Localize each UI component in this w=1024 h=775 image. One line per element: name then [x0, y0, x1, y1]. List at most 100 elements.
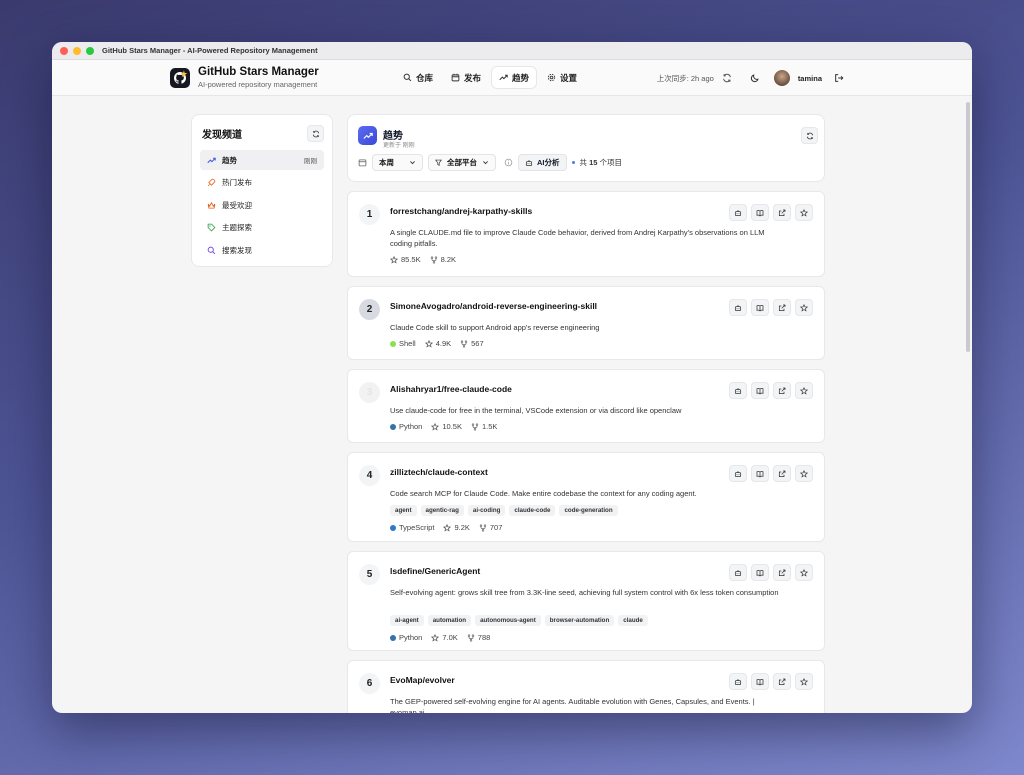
readme-button[interactable] — [751, 673, 769, 690]
star-button[interactable] — [795, 673, 813, 690]
ai-analysis-label: AI分析 — [537, 158, 560, 167]
repo-card[interactable]: 1 forrestchang/andrej-karpathy-skills A si… — [347, 191, 825, 277]
language-dot — [390, 524, 396, 531]
refresh-icon — [312, 130, 319, 137]
ai-summary-button[interactable] — [729, 204, 747, 221]
close-window-button[interactable] — [60, 46, 68, 55]
minimize-window-button[interactable] — [73, 46, 81, 55]
ai-summary-button[interactable] — [729, 465, 747, 482]
trending-icon — [499, 74, 508, 81]
repo-name-link[interactable]: forrestchang/andrej-karpathy-skills — [390, 206, 532, 216]
sidebar-item-topics[interactable]: 主题探索 — [200, 218, 324, 238]
forks-count: 707 — [489, 523, 503, 532]
repo-card[interactable]: 2 SimoneAvogadro/android-reverse-engineer… — [347, 286, 825, 360]
robot-icon — [734, 387, 742, 394]
sidebar-item-hot-releases[interactable]: 热门发布 — [200, 173, 324, 193]
robot-icon — [734, 209, 742, 216]
gear-icon — [547, 73, 556, 82]
refresh-button[interactable] — [801, 127, 818, 144]
repo-card[interactable]: 4 zilliztech/claude-context Code search MC… — [347, 452, 825, 542]
zoom-window-button[interactable] — [86, 46, 94, 55]
nav-tab-releases[interactable]: 发布 — [444, 67, 488, 88]
open-link-button[interactable] — [773, 465, 791, 482]
book-icon — [756, 470, 764, 477]
repo-name-link[interactable]: lsdefine/GenericAgent — [390, 566, 480, 576]
repo-tags: agent agentic-rag ai-coding claude-code code… — [390, 505, 618, 516]
ai-summary-button[interactable] — [729, 564, 747, 581]
ai-summary-button[interactable] — [729, 673, 747, 690]
repo-name-link[interactable]: EvoMap/evolver — [390, 675, 455, 685]
fork-icon — [430, 255, 437, 264]
topic-tag[interactable]: claude — [618, 615, 648, 626]
repo-forks: 707 — [479, 523, 503, 532]
robot-icon — [525, 159, 533, 166]
star-button[interactable] — [795, 382, 813, 399]
moon-icon[interactable] — [750, 73, 760, 83]
open-link-button[interactable] — [773, 382, 791, 399]
ai-summary-button[interactable] — [729, 299, 747, 316]
repo-name-link[interactable]: Alishahryar1/free-claude-code — [390, 384, 512, 394]
star-button[interactable] — [795, 204, 813, 221]
forks-count: 788 — [477, 633, 491, 642]
filter-row: 本周 全部平台 AI分析 共 15 个项目 — [358, 154, 622, 171]
sidebar-refresh-button[interactable] — [307, 125, 324, 142]
count-prefix: 共 — [579, 158, 588, 167]
nav-tab-label: 发布 — [464, 72, 482, 83]
star-button[interactable] — [795, 299, 813, 316]
count-suffix: 个项目 — [599, 158, 623, 167]
open-link-button[interactable] — [773, 204, 791, 221]
avatar[interactable] — [773, 70, 790, 86]
repo-description: The GEP-powered self-evolving engine for… — [390, 697, 755, 713]
nav-tab-settings[interactable]: 设置 — [540, 67, 584, 88]
robot-icon — [734, 678, 742, 685]
sidebar-item-trending[interactable]: 趋势 刚刚 — [200, 150, 324, 170]
readme-button[interactable] — [751, 204, 769, 221]
topic-tag[interactable]: agent — [390, 505, 417, 516]
tag-icon — [207, 223, 216, 232]
fork-icon — [460, 339, 468, 348]
sidebar-item-most-popular[interactable]: 最受欢迎 — [200, 195, 324, 215]
topic-tag[interactable]: agentic-rag — [420, 505, 464, 516]
topic-tag[interactable]: code-generation — [559, 505, 618, 516]
repo-actions — [729, 465, 813, 482]
repo-card[interactable]: 3 Alishahryar1/free-claude-code Use claude… — [347, 369, 825, 443]
period-select[interactable]: 本周 — [372, 154, 423, 171]
app-window: GitHub Stars Manager - AI-Powered Reposi… — [52, 42, 972, 713]
readme-button[interactable] — [751, 465, 769, 482]
readme-button[interactable] — [751, 299, 769, 316]
ai-summary-button[interactable] — [729, 382, 747, 399]
external-link-icon — [778, 387, 786, 394]
sidebar-item-search-discovery[interactable]: 搜索发现 — [200, 240, 324, 260]
readme-button[interactable] — [751, 382, 769, 399]
star-button[interactable] — [795, 465, 813, 482]
platform-select[interactable]: 全部平台 — [428, 154, 496, 171]
topic-tag[interactable]: autonomous-agent — [475, 615, 541, 626]
topic-tag[interactable]: automation — [427, 615, 472, 626]
open-link-button[interactable] — [773, 673, 791, 690]
topic-tag[interactable]: ai-coding — [467, 505, 506, 516]
repo-language: Python — [390, 633, 422, 642]
open-link-button[interactable] — [773, 299, 791, 316]
logout-icon[interactable] — [834, 73, 844, 83]
info-icon[interactable] — [504, 158, 513, 167]
nav-tab-repos[interactable]: 仓库 — [396, 67, 440, 88]
robot-icon — [734, 470, 742, 477]
ai-analysis-button[interactable]: AI分析 — [518, 154, 567, 171]
repo-card[interactable]: 6 EvoMap/evolver The GEP-powered self-evol… — [347, 660, 825, 713]
topic-tag[interactable]: ai-agent — [390, 615, 424, 626]
nav-tab-trending[interactable]: 趋势 — [492, 67, 537, 88]
repo-card[interactable]: 5 lsdefine/GenericAgent Self-evolving agen… — [347, 551, 825, 651]
topic-tag[interactable]: browser-automation — [544, 615, 615, 626]
repo-name-link[interactable]: SimoneAvogadro/android-reverse-engineeri… — [390, 301, 597, 311]
scrollbar[interactable] — [966, 102, 970, 352]
repo-name-link[interactable]: zilliztech/claude-context — [390, 467, 488, 477]
repo-actions — [729, 382, 813, 399]
sync-icon[interactable] — [722, 73, 732, 83]
open-link-button[interactable] — [773, 564, 791, 581]
search-icon — [207, 246, 216, 254]
topic-tag[interactable]: claude-code — [509, 505, 556, 516]
star-button[interactable] — [795, 564, 813, 581]
readme-button[interactable] — [751, 564, 769, 581]
language-label: Python — [399, 633, 423, 642]
forks-count: 8.2K — [440, 255, 457, 264]
